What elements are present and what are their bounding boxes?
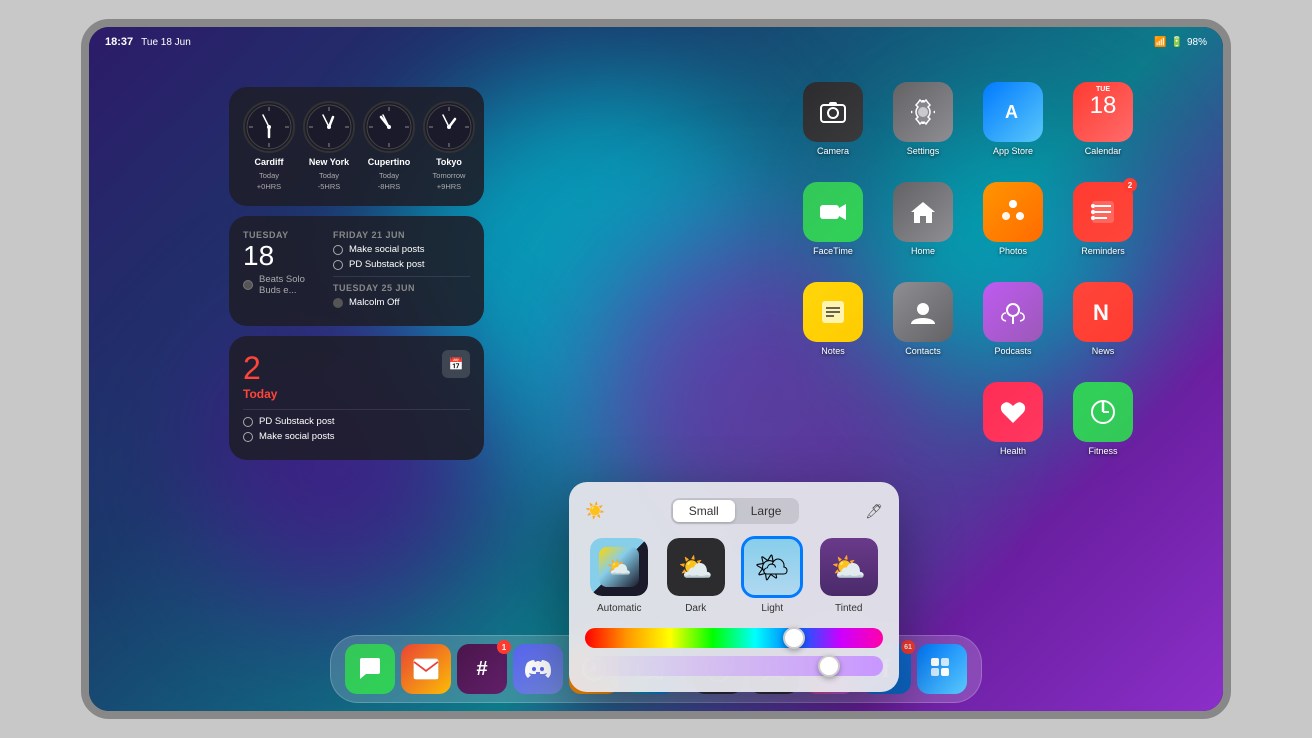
clock-city-name-cupertino: Cupertino bbox=[368, 157, 411, 167]
app-appstore-label: App Store bbox=[993, 146, 1033, 156]
style-dark-label: Dark bbox=[685, 603, 706, 614]
app-reminders[interactable]: 2 Reminders bbox=[1063, 182, 1143, 272]
opacity-slider[interactable] bbox=[585, 656, 883, 676]
reminder-item-2: Make social posts bbox=[243, 431, 470, 442]
clock-face-cardiff bbox=[243, 101, 295, 153]
app-contacts-label: Contacts bbox=[905, 346, 941, 356]
eyedropper-icon[interactable]: 🖊 bbox=[865, 503, 883, 520]
clock-face-tokyo bbox=[423, 101, 475, 153]
style-automatic[interactable]: ⛅ Automatic bbox=[588, 536, 650, 614]
clock-city-newyork: New York Today-5HRS bbox=[303, 101, 355, 192]
slack-badge: 1 bbox=[497, 640, 511, 654]
style-automatic-label: Automatic bbox=[597, 603, 641, 614]
app-health[interactable]: Health bbox=[973, 382, 1053, 472]
app-notes-label: Notes bbox=[821, 346, 845, 356]
widget-section-header-2: TUESDAY 25 JUN bbox=[333, 283, 470, 293]
reminders-count-widget: 2 Today 📅 PD Substack post Make social p… bbox=[229, 336, 484, 460]
clock-face-newyork bbox=[303, 101, 355, 153]
status-icons: 📶 🔋 98% bbox=[1154, 37, 1207, 48]
reminders-calendar-icon: 📅 bbox=[442, 350, 470, 378]
dock-gmail[interactable] bbox=[401, 644, 451, 694]
clock-widget: Cardiff Today+0HRS bbox=[229, 87, 484, 206]
widget-day: TUESDAY bbox=[243, 230, 323, 240]
app-fitness[interactable]: Fitness bbox=[1063, 382, 1143, 472]
battery-percent: 98% bbox=[1187, 37, 1207, 48]
widget-styles-row: ⛅ Automatic ⛅ Dark bbox=[585, 536, 883, 614]
app-podcasts-label: Podcasts bbox=[994, 346, 1031, 356]
clock-city-cardiff: Cardiff Today+0HRS bbox=[243, 101, 295, 192]
widget-date: 18 bbox=[243, 242, 323, 270]
dock-slack[interactable]: 1 # bbox=[457, 644, 507, 694]
app-podcasts[interactable]: Podcasts bbox=[973, 282, 1053, 372]
widgets-column: Cardiff Today+0HRS bbox=[229, 87, 484, 460]
app-settings-label: Settings bbox=[907, 146, 940, 156]
app-notes[interactable]: Notes bbox=[793, 282, 873, 372]
battery-icon: 🔋 bbox=[1171, 37, 1183, 48]
dock-discord[interactable] bbox=[513, 644, 563, 694]
ipad-frame: 18:37 Tue 18 Jun 📶 🔋 98% bbox=[81, 19, 1231, 719]
svg-text:A: A bbox=[1005, 102, 1018, 122]
svg-text:N: N bbox=[1093, 300, 1109, 325]
clock-city-name-newyork: New York bbox=[309, 157, 349, 167]
clock-city-name-tokyo: Tokyo bbox=[436, 157, 462, 167]
app-camera-label: Camera bbox=[817, 146, 849, 156]
app-facetime-label: FaceTime bbox=[813, 246, 853, 256]
size-segmented-control[interactable]: Small Large bbox=[671, 498, 800, 524]
style-light-label: Light bbox=[761, 603, 783, 614]
app-photos[interactable]: Photos bbox=[973, 182, 1053, 272]
style-tinted-label: Tinted bbox=[835, 603, 862, 614]
app-camera[interactable]: Camera bbox=[793, 82, 873, 172]
color-thumb[interactable] bbox=[783, 627, 805, 649]
wifi-icon: 📶 bbox=[1154, 37, 1166, 48]
reminders-count: 2 bbox=[243, 350, 277, 387]
clock-city-name-cardiff: Cardiff bbox=[255, 157, 284, 167]
weather-style-popup: ☀️ Small Large 🖊 ⛅ bbox=[569, 482, 899, 692]
app-photos-label: Photos bbox=[999, 246, 1027, 256]
app-fitness-label: Fitness bbox=[1088, 446, 1117, 456]
app-news[interactable]: N News bbox=[1063, 282, 1143, 372]
style-tinted[interactable]: ⛅ Tinted bbox=[818, 536, 880, 614]
app-calendar[interactable]: TUE 18 Calendar bbox=[1063, 82, 1143, 172]
size-small-button[interactable]: Small bbox=[673, 500, 735, 522]
reminders-today-label: Today bbox=[243, 387, 277, 401]
app-settings[interactable]: Settings bbox=[883, 82, 963, 172]
app-appstore[interactable]: A App Store bbox=[973, 82, 1053, 172]
calendar-widget: TUESDAY 18 Beats Solo Buds e... FRIDAY 2… bbox=[229, 216, 484, 326]
opacity-thumb[interactable] bbox=[818, 655, 840, 677]
app-health-label: Health bbox=[1000, 446, 1026, 456]
dock-messages[interactable] bbox=[345, 644, 395, 694]
widget-section-header-1: FRIDAY 21 JUN bbox=[333, 230, 470, 240]
app-facetime[interactable]: FaceTime bbox=[793, 182, 873, 272]
dock-launchpad[interactable] bbox=[917, 644, 967, 694]
app-reminders-label: Reminders bbox=[1081, 246, 1125, 256]
opacity-track[interactable] bbox=[585, 656, 883, 676]
size-large-button[interactable]: Large bbox=[735, 500, 798, 522]
status-bar: 18:37 Tue 18 Jun 📶 🔋 98% bbox=[89, 27, 1223, 57]
style-dark[interactable]: ⛅ Dark bbox=[665, 536, 727, 614]
status-time: 18:37 bbox=[105, 36, 133, 48]
popup-header: ☀️ Small Large 🖊 bbox=[585, 498, 883, 524]
reminder-item-1: PD Substack post bbox=[243, 416, 470, 427]
color-slider[interactable] bbox=[585, 628, 883, 648]
app-contacts[interactable]: Contacts bbox=[883, 282, 963, 372]
status-date: Tue 18 Jun bbox=[141, 37, 191, 48]
ipad-screen: 18:37 Tue 18 Jun 📶 🔋 98% bbox=[89, 27, 1223, 711]
app-home[interactable]: Home bbox=[883, 182, 963, 272]
clock-face-cupertino bbox=[363, 101, 415, 153]
facebook-badge: 61 bbox=[901, 640, 915, 654]
sun-icon: ☀️ bbox=[585, 501, 605, 521]
widget-reminder-1: Beats Solo Buds e... bbox=[243, 274, 323, 296]
style-light[interactable]: 🌤 Light bbox=[741, 536, 803, 614]
clock-city-tokyo: Tokyo Tomorrow+9HRS bbox=[423, 101, 475, 192]
reminders-badge: 2 bbox=[1123, 178, 1137, 192]
app-calendar-label: Calendar bbox=[1085, 146, 1122, 156]
app-home-label: Home bbox=[911, 246, 935, 256]
app-news-label: News bbox=[1092, 346, 1115, 356]
clock-city-cupertino: Cupertino Today-8HRS bbox=[363, 101, 415, 192]
app-grid: Camera Settings A App Sto bbox=[793, 82, 1143, 472]
color-track[interactable] bbox=[585, 628, 883, 648]
